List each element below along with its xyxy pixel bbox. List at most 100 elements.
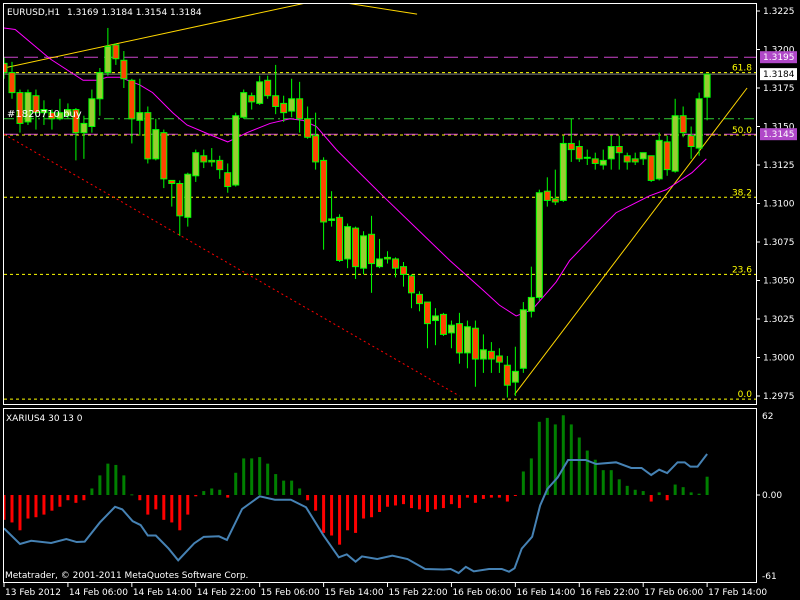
candle-bear [160,132,168,180]
histogram-bar-negative [58,495,62,507]
histogram-bar-negative [505,495,509,502]
candle-bull [431,315,439,322]
candle-bull [479,349,487,360]
candle-bear [272,95,280,107]
candle-bull [695,98,703,149]
candle-bear [575,146,583,160]
chart-header-symbol: EURUSD,H1 [7,8,60,18]
histogram-bar-negative [665,495,669,501]
histogram-bar-negative [449,495,453,505]
histogram-bar-negative [409,495,413,509]
candle-bear [471,327,479,360]
histogram-bar-negative [82,495,86,501]
price-tick-label: 1.3225 [763,7,795,17]
histogram-bar-negative [10,495,14,523]
histogram-bar-positive [657,492,661,495]
price-tick-label: 1.3100 [763,200,795,210]
candle-bull [511,370,519,383]
histogram-bar-negative [465,495,469,498]
histogram-bar-positive [585,450,589,495]
candle-bear [8,72,16,94]
histogram-bar-negative [34,495,38,518]
histogram-bar-positive [202,491,206,495]
histogram-bar-negative [402,495,405,505]
histogram-bar-negative [489,495,493,498]
histogram-bar-negative [649,495,653,502]
indicator-axis-min: -61 [762,572,777,582]
candle-bear [663,141,671,171]
candle-bull [376,258,384,268]
histogram-bar-negative [386,495,390,507]
copyright-text: Metatrader, © 2001-2011 MetaQuotes Softw… [5,571,248,581]
histogram-bar-negative [146,495,150,515]
price-tick-label: 1.3000 [763,354,795,364]
histogram-bar-positive [641,491,645,495]
histogram-bar-negative [481,495,485,499]
histogram-bar-negative [330,495,334,536]
histogram-bar-positive [106,463,110,495]
histogram-bar-positive [561,415,565,495]
time-tick-label: 15 Feb 14:00 [325,588,384,598]
histogram-bar-positive [609,470,613,495]
candle-bull [256,81,264,104]
candle-bull [344,226,352,260]
fib-level-label: 61.8 [732,64,752,74]
histogram-bar-positive [250,458,254,495]
candle-bear [200,155,208,163]
candle-bull [559,142,567,201]
histogram-bar-positive [242,458,246,495]
order-label: #1820710 buy [7,109,82,120]
candle-bull [599,159,607,166]
candle-bear [368,233,376,265]
indicator-axis-zero: 0.00 [762,491,782,501]
histogram-bar-negative [186,495,190,515]
candle-bull [655,139,663,180]
candle-bear [392,258,400,269]
time-tick-label: 14 Feb 06:00 [69,588,128,598]
histogram-bar-positive [521,471,525,495]
histogram-bar-positive [681,487,685,495]
candle-bear [208,159,216,163]
time-tick-label: 17 Feb 06:00 [644,588,703,598]
histogram-bar-negative [378,495,382,512]
histogram-bar-positive [282,480,286,495]
candle-bull [104,45,112,74]
candle-bear [112,44,120,60]
histogram-bar-negative [314,495,318,511]
histogram-bar-positive [633,489,637,495]
resistance-price-label: 1.3195 [763,53,795,63]
histogram-bar-positive [210,488,214,495]
histogram-bar-negative [170,495,174,523]
histogram-bar-negative [417,495,421,510]
histogram-bar-positive [98,475,102,495]
candle-bull [232,115,240,186]
candle-bull [192,152,200,177]
candle-bear [567,142,575,151]
histogram-bar-negative [457,495,461,509]
histogram-bar-positive [529,458,533,495]
histogram-bar-negative [338,495,342,545]
histogram-bar-negative [26,495,30,519]
candle-bear [384,256,392,260]
histogram-bar-negative [394,495,398,506]
candle-bear [543,190,551,201]
time-tick-label: 14 Feb 14:00 [133,588,192,598]
candle-bear [495,355,503,363]
candle-bear [487,350,495,360]
candle-bull [527,296,535,312]
histogram-bar-positive [705,476,709,495]
candle-bull [88,98,96,127]
histogram-bar-negative [354,495,358,533]
time-tick-label: 13 Feb 2012 [5,588,61,598]
candle-bear [455,323,463,354]
indicator-title: XARIUS4 30 13 0 [6,414,83,424]
candle-bull [535,192,543,298]
histogram-bar-negative [162,495,166,520]
histogram-bar-negative [66,495,70,501]
price-tick-label: 1.3125 [763,161,795,171]
histogram-bar-negative [322,495,326,533]
histogram-bar-positive [697,493,701,495]
candle-bull [463,326,471,354]
candle-bull [671,115,679,172]
histogram-bar-positive [553,424,557,495]
